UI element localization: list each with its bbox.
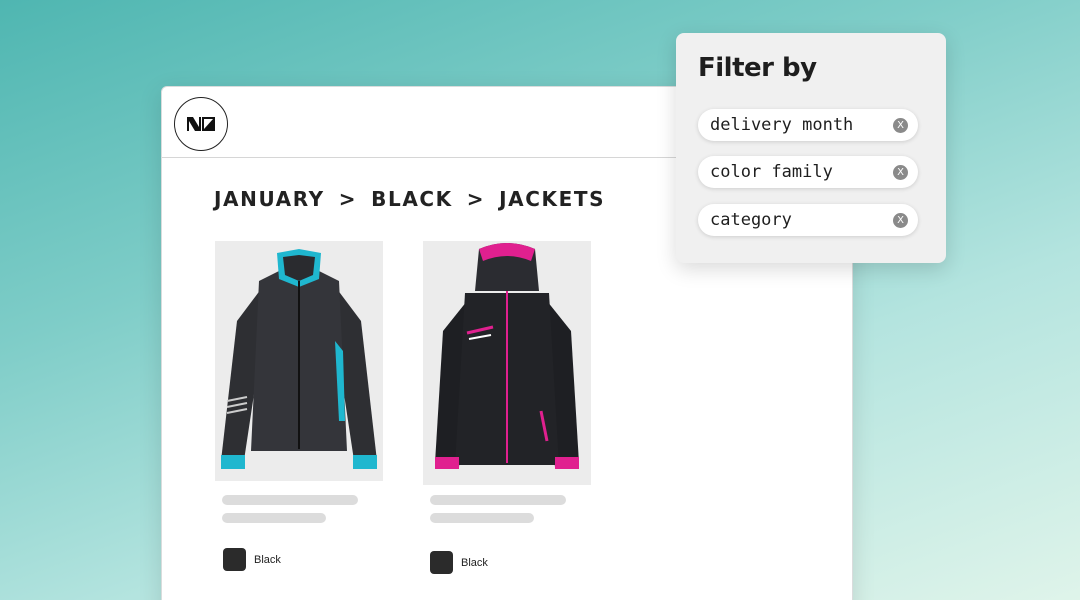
breadcrumb: JANUARY > BLACK > JACKETS	[214, 187, 605, 211]
color-swatch-label: Black	[254, 553, 281, 566]
product-card[interactable]	[423, 241, 591, 485]
filter-chip-label: color family	[710, 162, 833, 182]
filter-chip-category[interactable]: category X	[698, 204, 918, 236]
filter-chip-color-family[interactable]: color family X	[698, 156, 918, 188]
filter-chip-label: delivery month	[710, 115, 854, 135]
close-icon[interactable]: X	[893, 164, 908, 180]
product-image[interactable]	[423, 241, 591, 485]
close-icon[interactable]: X	[893, 212, 908, 228]
jacket-image	[221, 249, 377, 469]
close-icon[interactable]: X	[893, 117, 908, 133]
color-swatch-row[interactable]: Black	[223, 548, 281, 571]
placeholder-price-bar	[222, 513, 326, 523]
product-image[interactable]	[215, 241, 383, 481]
jacket-image	[435, 243, 579, 469]
filter-panel: Filter by delivery month X color family …	[676, 33, 946, 263]
color-swatch[interactable]	[223, 548, 246, 571]
breadcrumb-category[interactable]: JACKETS	[499, 187, 605, 211]
color-swatch[interactable]	[430, 551, 453, 574]
breadcrumb-month[interactable]: JANUARY	[214, 187, 325, 211]
placeholder-title-bar	[222, 495, 358, 505]
filter-chip-delivery-month[interactable]: delivery month X	[698, 109, 918, 141]
breadcrumb-separator: >	[466, 187, 486, 211]
brand-logo-icon[interactable]	[174, 97, 228, 151]
placeholder-title-bar	[430, 495, 566, 505]
color-swatch-row[interactable]: Black	[430, 551, 488, 574]
color-swatch-label: Black	[461, 556, 488, 569]
filter-chip-label: category	[710, 210, 792, 230]
filter-title: Filter by	[698, 53, 817, 83]
product-card[interactable]	[215, 241, 383, 481]
breadcrumb-color[interactable]: BLACK	[371, 187, 453, 211]
placeholder-price-bar	[430, 513, 534, 523]
breadcrumb-separator: >	[338, 187, 358, 211]
